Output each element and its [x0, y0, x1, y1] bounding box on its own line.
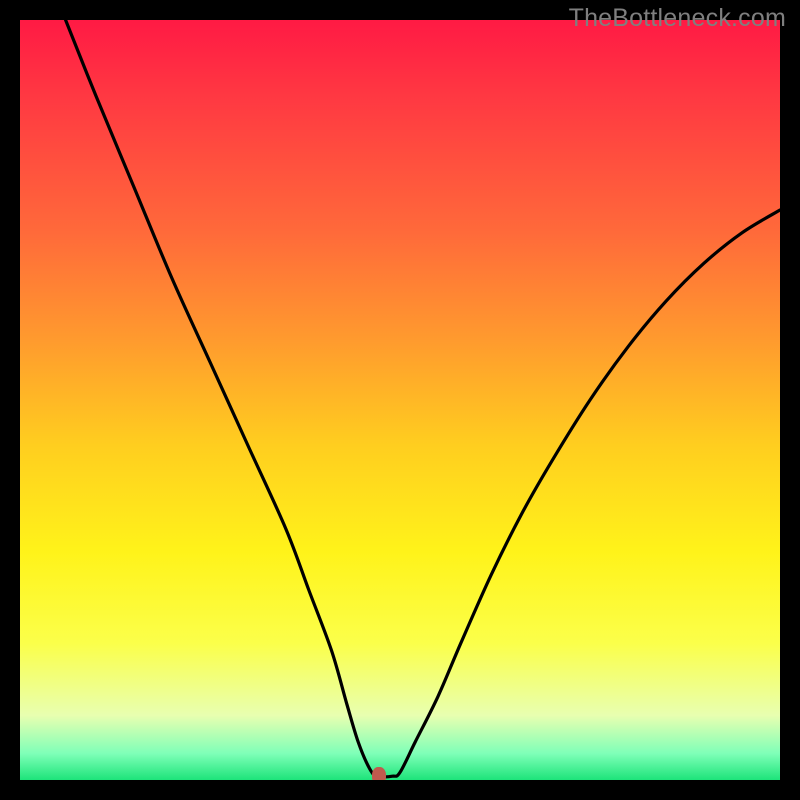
chart-frame: TheBottleneck.com — [0, 0, 800, 800]
minimum-marker — [372, 767, 386, 780]
watermark-text: TheBottleneck.com — [569, 4, 786, 33]
plot-area — [20, 20, 780, 780]
curve-layer — [20, 20, 780, 780]
bottleneck-curve-path — [66, 20, 780, 777]
